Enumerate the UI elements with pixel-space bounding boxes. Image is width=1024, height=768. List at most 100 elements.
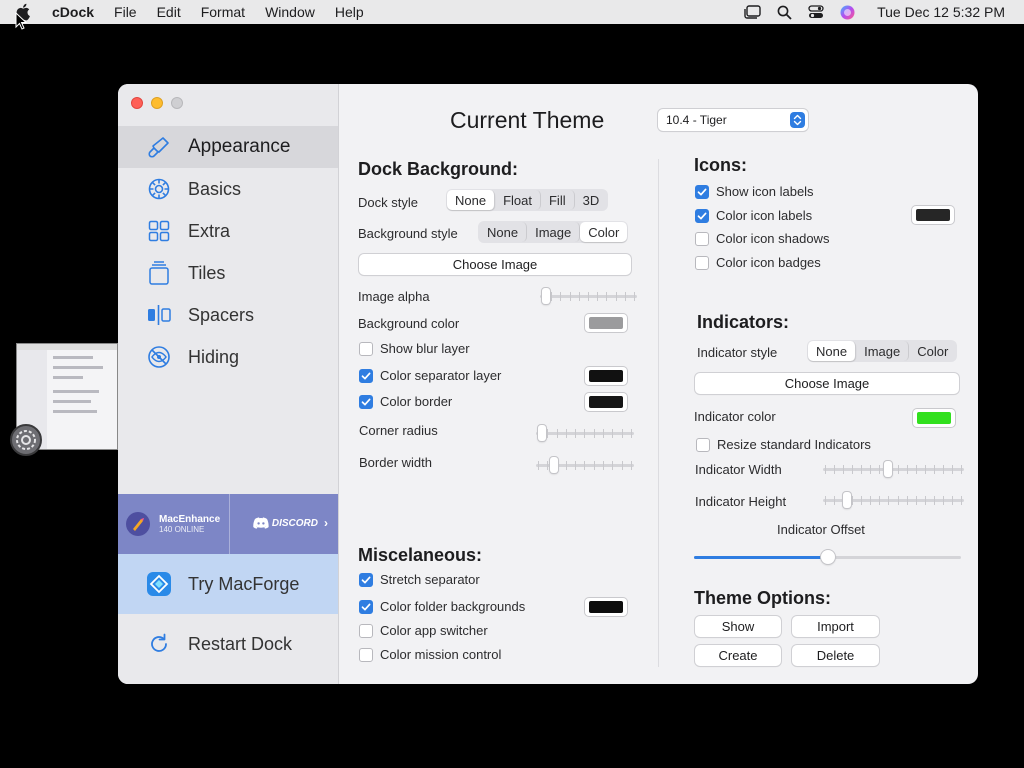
indicator-style-none[interactable]: None [808, 341, 857, 361]
checkbox-unchecked[interactable] [695, 231, 709, 246]
menu-app-name[interactable]: cDock [52, 4, 94, 20]
slider-knob[interactable] [884, 461, 892, 477]
show-theme-button[interactable]: Show [695, 616, 781, 637]
menu-clock[interactable]: Tue Dec 12 5:32 PM [877, 4, 1005, 20]
indicator-color-well[interactable] [913, 409, 955, 427]
theme-select[interactable]: 10.4 - Tiger [658, 109, 808, 131]
control-center-icon[interactable] [808, 5, 824, 19]
show-icon-labels-checkbox[interactable]: Show icon labels [695, 184, 814, 199]
menu-edit[interactable]: Edit [157, 4, 181, 20]
menu-help[interactable]: Help [335, 4, 364, 20]
delete-theme-button[interactable]: Delete [792, 645, 879, 666]
border-width-slider[interactable] [536, 457, 634, 473]
chevron-right-icon: › [324, 516, 328, 530]
color-mission-control-checkbox[interactable]: Color mission control [359, 647, 501, 662]
dock-style-float[interactable]: Float [495, 190, 541, 210]
checkmark-icon [361, 372, 371, 379]
color-border-checkbox[interactable]: Color border [359, 394, 452, 409]
color-folder-backgrounds-checkbox[interactable]: Color folder backgrounds [359, 599, 525, 614]
color-icon-badges-checkbox[interactable]: Color icon badges [695, 255, 821, 270]
resize-standard-indicators-checkbox[interactable]: Resize standard Indicators [696, 437, 871, 452]
sidebar-item-basics[interactable]: Basics [118, 168, 338, 210]
image-alpha-slider[interactable] [540, 288, 637, 304]
show-blur-layer-checkbox[interactable]: Show blur layer [359, 341, 470, 356]
choose-background-image-button[interactable]: Choose Image [359, 254, 631, 275]
system-settings-icon[interactable] [10, 424, 42, 456]
try-macforge-button[interactable]: Try MacForge [118, 554, 338, 614]
indicator-height-slider[interactable] [823, 492, 964, 508]
color-separator-layer-checkbox[interactable]: Color separator layer [359, 368, 501, 383]
checkbox-unchecked[interactable] [359, 647, 373, 662]
menu-format[interactable]: Format [201, 4, 245, 20]
minimize-window-button[interactable] [151, 97, 163, 109]
sidebar-item-spacers[interactable]: Spacers [118, 294, 338, 336]
dock-style-none[interactable]: None [447, 190, 496, 210]
indicator-style-image[interactable]: Image [856, 341, 910, 361]
checkbox-checked[interactable] [359, 572, 373, 587]
dock-style-3d[interactable]: 3D [575, 190, 608, 210]
background-style-label: Background style [358, 226, 458, 241]
indicator-offset-slider[interactable] [694, 549, 961, 565]
choose-indicator-image-button[interactable]: Choose Image [695, 373, 959, 394]
checkbox-checked[interactable] [695, 208, 709, 223]
icons-heading: Icons: [694, 155, 748, 175]
corner-radius-slider[interactable] [536, 425, 634, 441]
discord-link[interactable]: DISCORD › [228, 494, 328, 554]
sidebar-item-extra[interactable]: Extra [118, 210, 338, 252]
indicator-height-label: Indicator Height [695, 494, 787, 509]
sidebar-item-label: Hiding [188, 346, 240, 367]
import-theme-button[interactable]: Import [792, 616, 879, 637]
color-app-switcher-checkbox[interactable]: Color app switcher [359, 623, 488, 638]
dock-style-fill[interactable]: Fill [541, 190, 575, 210]
background-color-well[interactable] [585, 314, 627, 332]
indicator-style-color[interactable]: Color [909, 341, 956, 361]
page-title: Current Theme [450, 107, 605, 133]
checkbox-unchecked[interactable] [695, 255, 709, 270]
restart-dock-button[interactable]: Restart Dock [118, 624, 338, 664]
checkbox-checked[interactable] [359, 368, 373, 383]
zoom-window-button[interactable] [171, 97, 183, 109]
sidebar-item-tiles[interactable]: Tiles [118, 252, 338, 294]
background-style-color[interactable]: Color [580, 222, 628, 242]
checkmark-icon [361, 576, 371, 583]
checkbox-unchecked[interactable] [696, 437, 710, 452]
checkmark-icon [361, 398, 371, 405]
folder-color-well[interactable] [585, 598, 627, 616]
border-width-label: Border width [359, 455, 432, 470]
checkbox-checked[interactable] [359, 394, 373, 409]
eye-slash-icon [146, 344, 172, 370]
refresh-icon [146, 631, 172, 657]
menu-bar: cDock File Edit Format Window Help Tue D… [0, 0, 1024, 24]
slider-knob[interactable] [843, 492, 851, 508]
close-window-button[interactable] [131, 97, 143, 109]
checkbox-checked[interactable] [359, 599, 373, 614]
checkbox-unchecked[interactable] [359, 623, 373, 638]
stage-manager-icon[interactable] [743, 5, 761, 19]
slider-knob[interactable] [550, 457, 558, 473]
sidebar-item-appearance[interactable]: Appearance [118, 126, 338, 168]
menu-window[interactable]: Window [265, 4, 315, 20]
spotlight-search-icon[interactable] [777, 5, 792, 20]
color-icon-labels-checkbox[interactable]: Color icon labels [695, 208, 812, 223]
slider-knob[interactable] [821, 550, 835, 564]
slider-knob[interactable] [538, 425, 546, 441]
separator-color-well[interactable] [585, 367, 627, 385]
border-color-swatch [589, 396, 623, 408]
color-icon-shadows-checkbox[interactable]: Color icon shadows [695, 231, 829, 246]
slider-knob[interactable] [542, 288, 550, 304]
sidebar-item-hiding[interactable]: Hiding [118, 336, 338, 378]
stretch-separator-checkbox[interactable]: Stretch separator [359, 572, 480, 587]
background-style-image[interactable]: Image [527, 222, 581, 242]
siri-icon[interactable] [840, 5, 855, 20]
border-color-well[interactable] [585, 393, 627, 411]
indicator-width-slider[interactable] [823, 461, 964, 477]
create-theme-button[interactable]: Create [695, 645, 781, 666]
background-style-none[interactable]: None [479, 222, 528, 242]
sidebar: Appearance Basics Extra Tiles Spacers Hi… [118, 84, 339, 684]
checkbox-checked[interactable] [695, 184, 709, 199]
sidebar-item-label: Tiles [188, 262, 226, 283]
menu-file[interactable]: File [114, 4, 137, 20]
discord-banner[interactable]: MacEnhance 140 ONLINE DISCORD › [118, 494, 338, 554]
checkbox-unchecked[interactable] [359, 341, 373, 356]
icon-labels-color-well[interactable] [912, 206, 954, 224]
